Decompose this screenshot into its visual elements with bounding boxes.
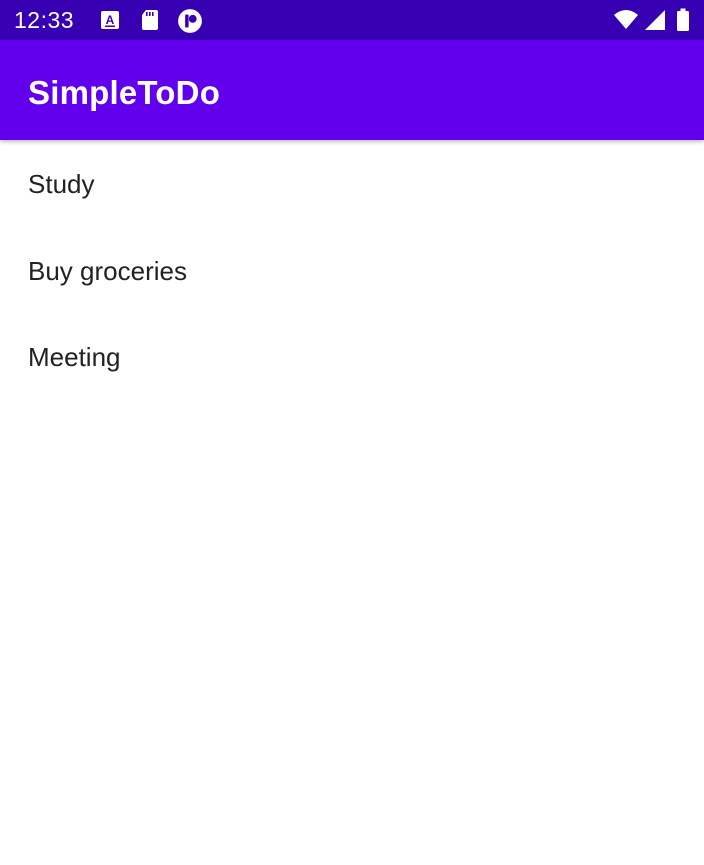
notification-p-icon [177,8,202,33]
list-item[interactable]: Study [0,142,704,229]
list-item-label: Meeting [28,342,121,373]
status-time: 12:33 [14,7,75,33]
app-bar: SimpleToDo [0,40,704,140]
font-a-icon: A [98,8,122,32]
signal-icon [643,8,667,32]
status-bar: 12:33 A [0,0,704,40]
sd-card-icon [138,8,162,32]
wifi-icon [613,8,638,32]
app-screen: 12:33 A SimpleToDo Study Buy groceries M… [0,0,704,865]
list-item-label: Buy groceries [28,255,187,286]
app-title: SimpleToDo [28,74,221,111]
todo-list[interactable]: Study Buy groceries Meeting [0,142,704,402]
battery-icon [676,8,700,32]
list-item-label: Study [28,169,95,200]
list-item[interactable]: Buy groceries [0,229,704,316]
list-item[interactable]: Meeting [0,315,704,402]
svg-text:A: A [106,13,115,27]
